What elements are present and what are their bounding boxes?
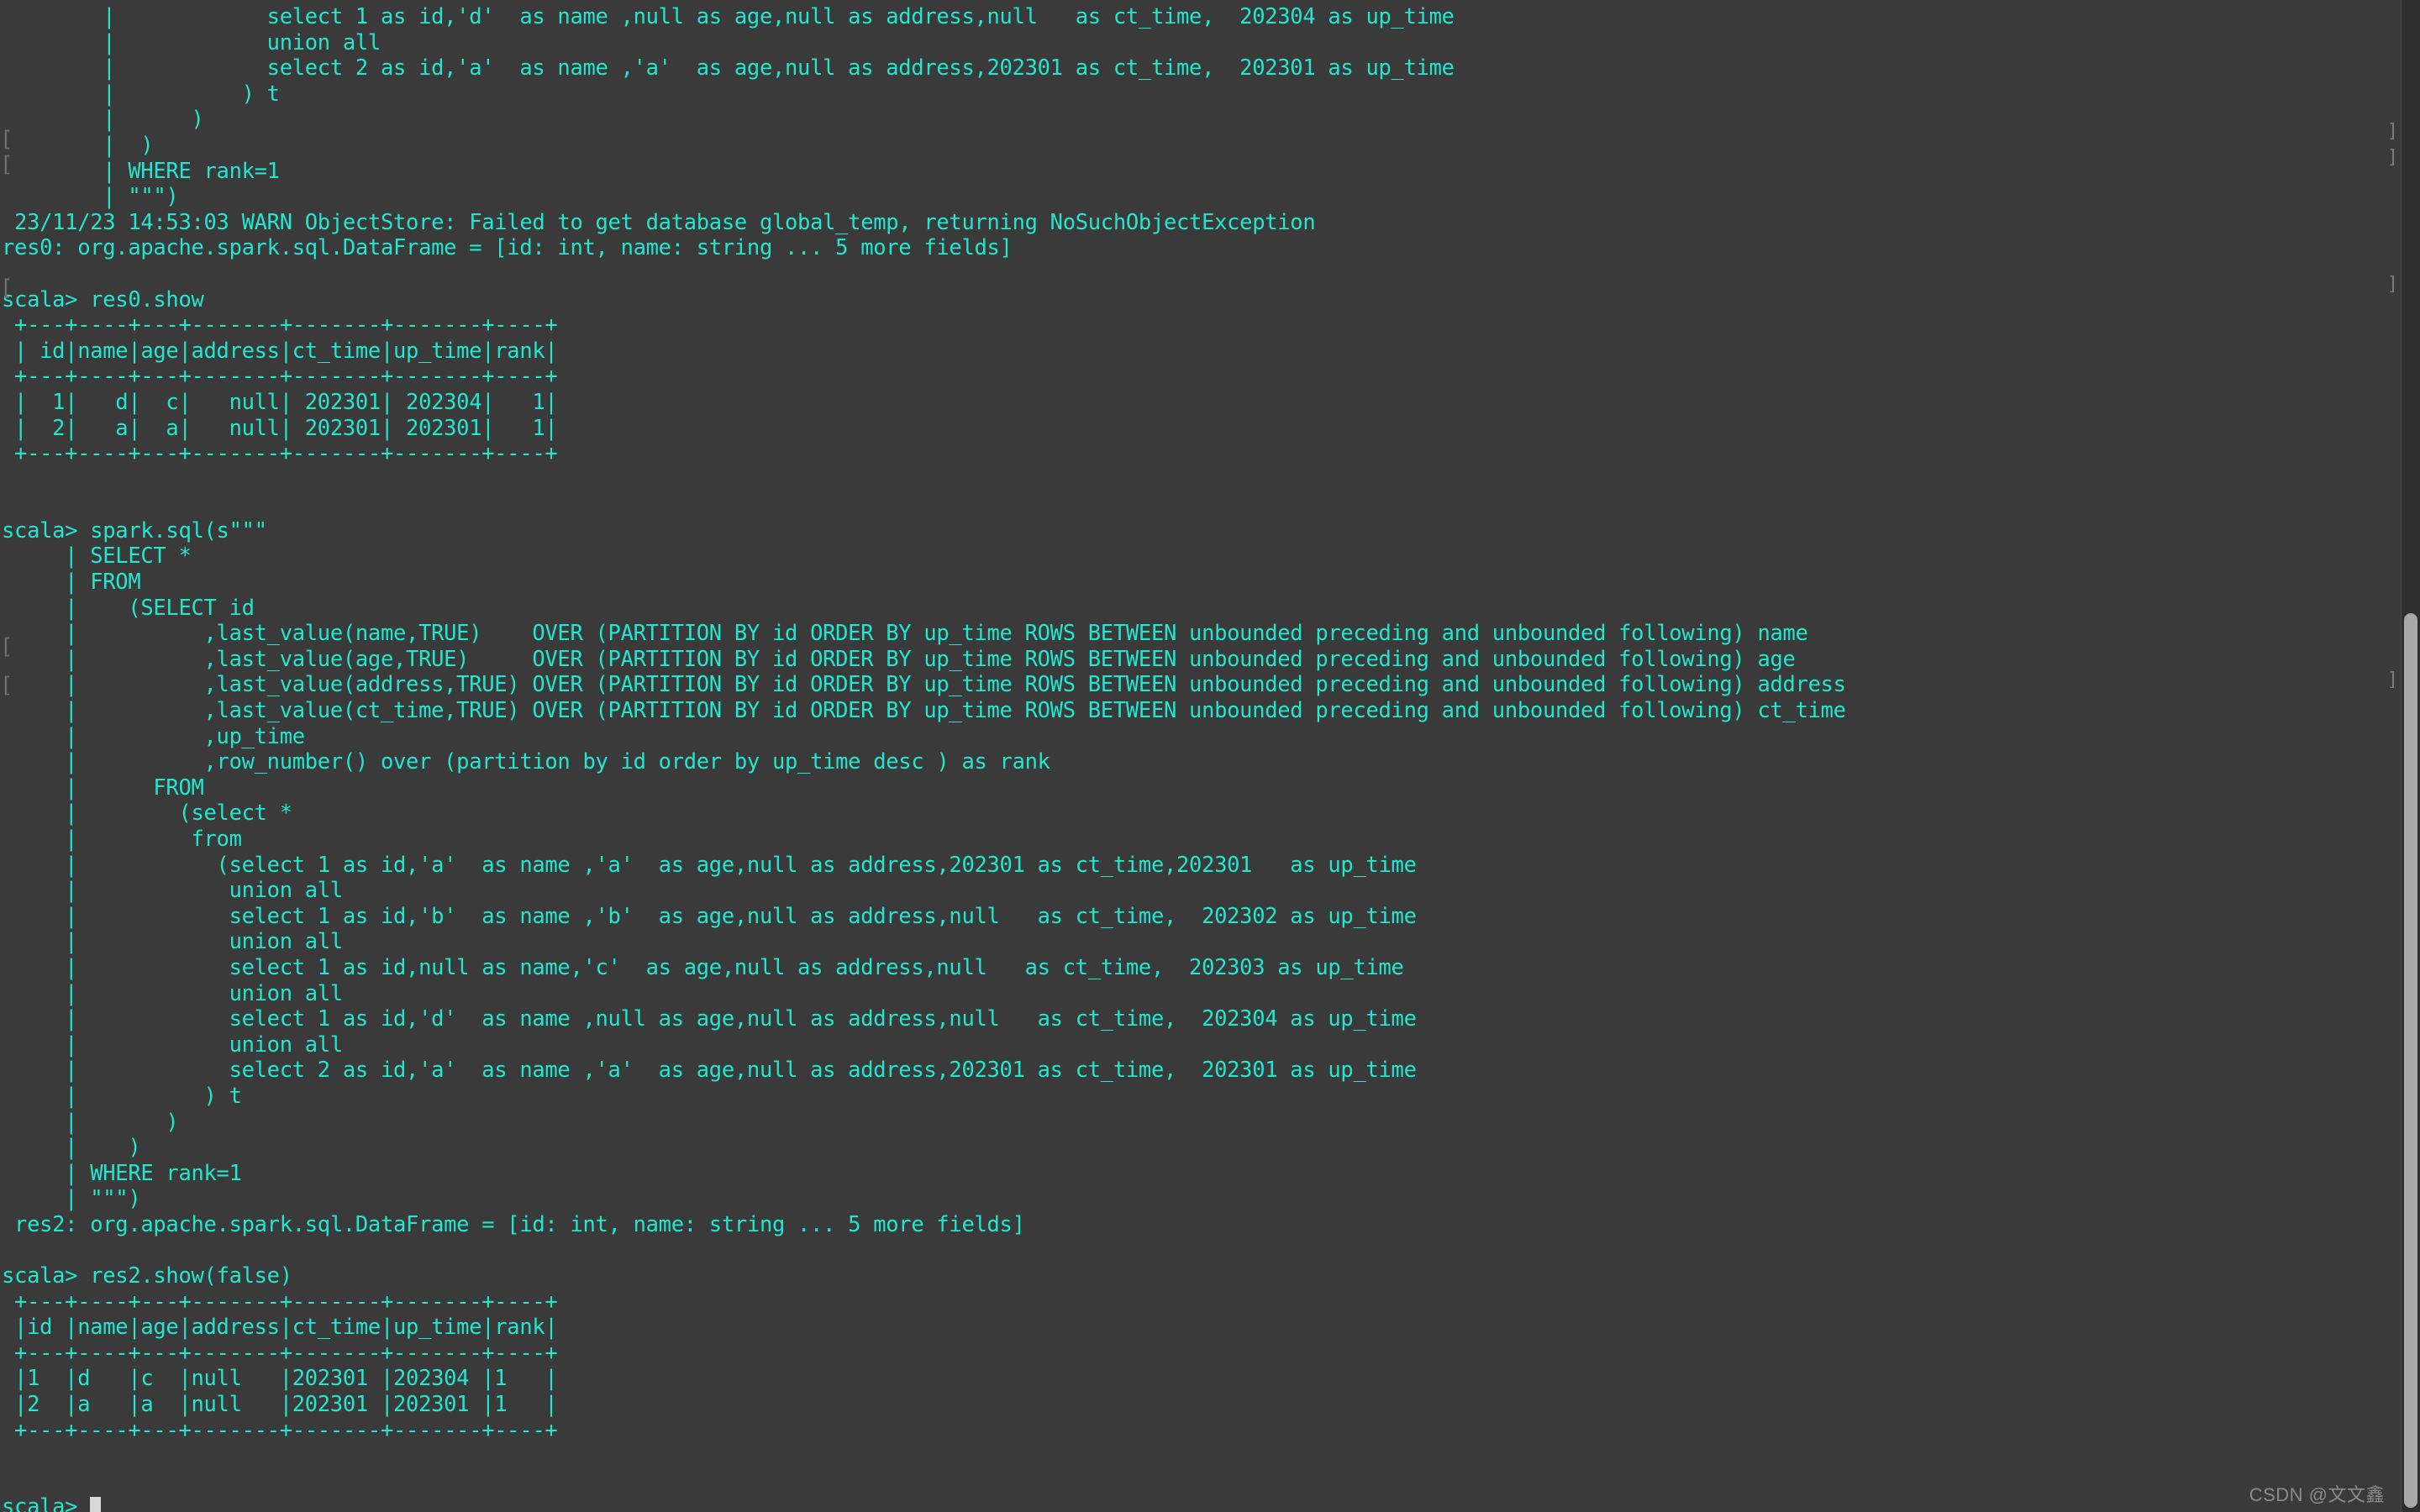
terminal-line: | union all — [2, 929, 343, 955]
terminal-line: | union all — [2, 1032, 343, 1058]
terminal-line: | ,last_value(age,TRUE) OVER (PARTITION … — [2, 646, 1796, 672]
terminal-line: res0: org.apache.spark.sql.DataFrame = [… — [2, 235, 1013, 261]
terminal-line: | (SELECT id — [2, 595, 255, 621]
terminal-line: | SELECT * — [2, 543, 192, 570]
terminal-line: |2 |a |a |null |202301 |202301 |1 | — [2, 1392, 558, 1418]
terminal-line: | id|name|age|address|ct_time|up_time|ra… — [2, 338, 558, 364]
edge-bracket-mark: ] — [2386, 147, 2398, 168]
terminal-line: | WHERE rank=1 — [2, 158, 280, 184]
terminal-line: | 2| a| a| null| 202301| 202301| 1| — [2, 415, 558, 441]
terminal-line: | select 1 as id,'d' as name ,null as ag… — [2, 1006, 1417, 1032]
terminal-line: +---+----+---+-------+-------+-------+--… — [2, 312, 558, 339]
terminal-line: | FROM — [2, 570, 141, 596]
terminal-line: | union all — [2, 878, 343, 904]
terminal-line: scala> res0.show — [2, 286, 204, 312]
terminal-line: | """) — [2, 184, 179, 210]
terminal-line: | 1| d| c| null| 202301| 202304| 1| — [2, 389, 558, 415]
terminal-line: | select 1 as id,'d' as name ,null as ag… — [2, 4, 1455, 29]
watermark-label: CSDN @文文鑫 — [2249, 1484, 2385, 1505]
terminal-line: |1 |d |c |null |202301 |202304 |1 | — [2, 1366, 558, 1392]
shell-prompt: scala> — [2, 1494, 91, 1512]
terminal-line: | select 2 as id,'a' as name ,'a' as age… — [2, 55, 1455, 81]
terminal-line: | ,last_value(ct_time,TRUE) OVER (PARTIT… — [2, 698, 1846, 724]
gutter-bracket-mark: [ — [0, 127, 13, 152]
gutter-bracket-mark: [ — [0, 634, 13, 659]
terminal-line: | WHERE rank=1 — [2, 1160, 242, 1186]
terminal-line: | ) — [2, 1109, 179, 1135]
terminal-line: | select 2 as id,'a' as name ,'a' as age… — [2, 1058, 1417, 1084]
terminal-line: | union all — [2, 29, 381, 55]
terminal-line: | select 1 as id,'b' as name ,'b' as age… — [2, 903, 1417, 929]
terminal-line: +---+----+---+-------+-------+-------+--… — [2, 1417, 558, 1443]
terminal-output-area[interactable]: | select 1 as id,'d' as name ,null as ag… — [0, 0, 2386, 1512]
vertical-scrollbar-track[interactable] — [2401, 0, 2420, 1512]
terminal-line: | ) — [2, 107, 204, 133]
terminal-line: |id |name|age|address|ct_time|up_time|ra… — [2, 1315, 558, 1341]
gutter-bracket-mark: [ — [0, 673, 13, 698]
terminal-line: | ,last_value(name,TRUE) OVER (PARTITION… — [2, 621, 1808, 647]
terminal-line: | FROM — [2, 774, 204, 801]
edge-bracket-mark: ] — [2386, 669, 2398, 690]
terminal-line: 23/11/23 14:53:03 WARN ObjectStore: Fail… — [2, 209, 1316, 235]
terminal-line: | """) — [2, 1186, 141, 1212]
terminal-line: +---+----+---+-------+-------+-------+--… — [2, 1340, 558, 1366]
terminal-line: | ) t — [2, 1083, 242, 1109]
terminal-line: +---+----+---+-------+-------+-------+--… — [2, 1289, 558, 1315]
terminal-line: scala> spark.sql(s""" — [2, 517, 267, 543]
terminal-line: | (select 1 as id,'a' as name ,'a' as ag… — [2, 852, 1417, 878]
edge-bracket-mark: ] — [2386, 121, 2398, 142]
terminal-line: scala> res2.show(false) — [2, 1263, 292, 1289]
terminal-line: | (select * — [2, 801, 292, 827]
vertical-scrollbar-thumb[interactable] — [2404, 613, 2417, 1508]
gutter-bracket-mark: [ — [0, 152, 13, 177]
terminal-line: +---+----+---+-------+-------+-------+--… — [2, 364, 558, 390]
terminal-line: | ) — [2, 1135, 141, 1161]
edge-bracket-mark: ] — [2386, 274, 2398, 295]
terminal-line: | select 1 as id,null as name,'c' as age… — [2, 954, 1404, 980]
terminal-line: +---+----+---+-------+-------+-------+--… — [2, 441, 558, 467]
terminal-line: | from — [2, 827, 242, 852]
terminal-line: | ,last_value(address,TRUE) OVER (PARTIT… — [2, 672, 1846, 698]
terminal-line: | ,row_number() over (partition by id or… — [2, 749, 1050, 775]
terminal-line: | ) — [2, 132, 154, 158]
gutter-bracket-mark: [ — [0, 276, 13, 301]
terminal-prompt-line[interactable]: scala> — [2, 1494, 2386, 1512]
terminal-line: | union all — [2, 980, 343, 1006]
terminal-line: | ) t — [2, 81, 280, 107]
terminal-line: | ,up_time — [2, 723, 305, 749]
text-cursor — [90, 1497, 102, 1512]
terminal-line: res2: org.apache.spark.sql.DataFrame = [… — [2, 1211, 1025, 1237]
terminal-window[interactable]: | select 1 as id,'d' as name ,null as ag… — [0, 0, 2420, 1512]
